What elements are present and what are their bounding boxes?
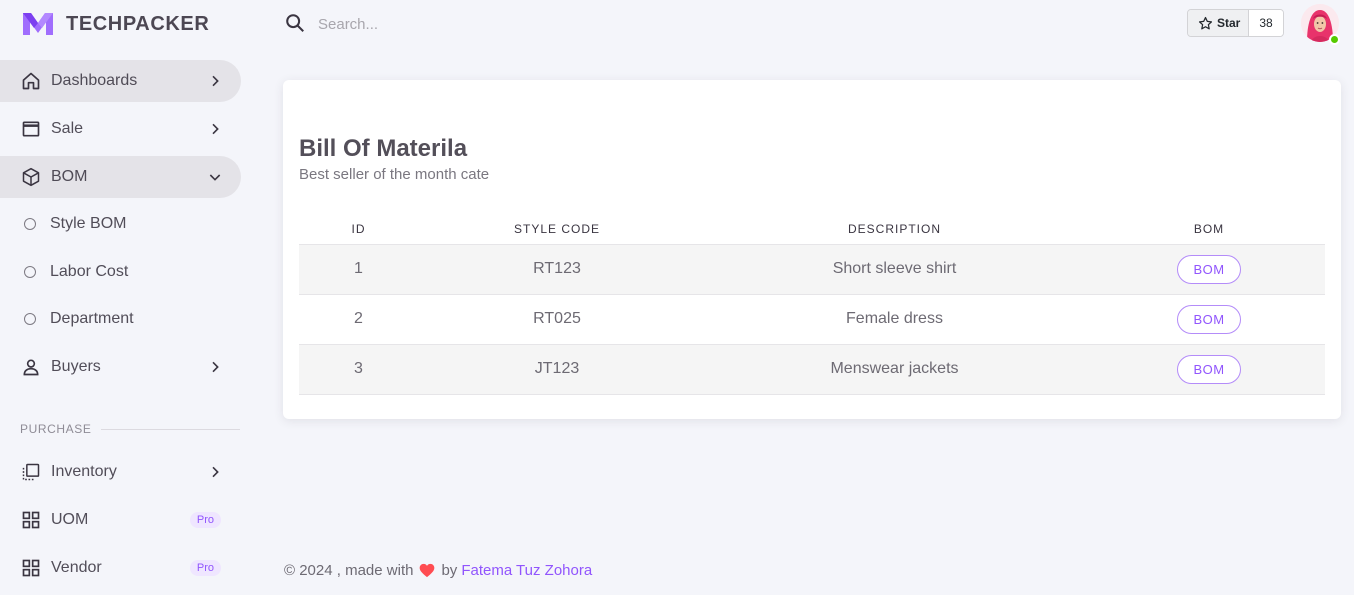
- search-input[interactable]: [318, 12, 618, 36]
- circle-icon: [24, 313, 36, 325]
- table-header-row: ID STYLE CODE DESCRIPTION BOM: [299, 214, 1325, 245]
- window-icon: [21, 119, 41, 139]
- sidebar-item-bom[interactable]: BOM: [0, 156, 241, 198]
- card-title: Bill Of Materila: [299, 135, 468, 162]
- sidebar-item-label: UOM: [51, 511, 89, 528]
- circle-icon: [24, 266, 36, 278]
- cell-id: 3: [299, 344, 418, 395]
- sidebar-item-style-bom[interactable]: Style BOM: [0, 203, 241, 245]
- cell-style-code: RT123: [418, 244, 696, 295]
- table-row: 1 RT123 Short sleeve shirt BOM: [299, 244, 1325, 295]
- sidebar-item-inventory[interactable]: Inventory: [0, 451, 241, 493]
- sidebar-item-label: Style BOM: [50, 215, 127, 232]
- list-icon: [21, 462, 41, 482]
- account-icon: [21, 357, 41, 377]
- online-status-dot: [1329, 34, 1340, 45]
- home-icon: [21, 71, 41, 91]
- star-icon: [1198, 16, 1213, 29]
- star-label: Star: [1217, 16, 1241, 30]
- search-icon[interactable]: [284, 12, 306, 34]
- sidebar-item-label: Department: [50, 310, 134, 327]
- card-subtitle: Best seller of the month cate: [299, 166, 490, 183]
- bom-table: ID STYLE CODE DESCRIPTION BOM 1 RT123 Sh…: [299, 214, 1325, 395]
- brand[interactable]: TECHPACKER: [22, 10, 209, 38]
- cell-style-code: RT025: [418, 294, 696, 345]
- cell-id: 1: [299, 244, 418, 295]
- footer-author-link[interactable]: Fatema Tuz Zohora: [461, 562, 592, 579]
- table-row: 2 RT025 Female dress BOM: [299, 294, 1325, 345]
- cell-description: Short sleeve shirt: [696, 244, 1093, 295]
- cell-bom: BOM: [1093, 294, 1325, 345]
- column-header-bom: BOM: [1093, 214, 1325, 245]
- cell-id: 2: [299, 294, 418, 345]
- footer-by: by: [441, 562, 458, 579]
- sidebar-item-vendor[interactable]: Vendor Pro: [0, 547, 241, 589]
- bom-button[interactable]: BOM: [1177, 354, 1241, 384]
- sidebar-item-department[interactable]: Department: [0, 298, 241, 340]
- section-header-purchase: PURCHASE: [0, 419, 240, 439]
- sidebar-item-label: Buyers: [51, 358, 101, 375]
- brand-logo-icon: [23, 13, 53, 35]
- circle-icon: [24, 218, 36, 230]
- brand-name: TECHPACKER: [66, 12, 210, 35]
- chevron-right-icon: [205, 119, 225, 139]
- cube-icon: [21, 167, 41, 187]
- chevron-right-icon: [205, 462, 225, 482]
- cell-bom: BOM: [1093, 244, 1325, 295]
- sidebar-item-label: Inventory: [51, 463, 117, 480]
- chevron-down-icon: [205, 167, 225, 187]
- cell-bom: BOM: [1093, 344, 1325, 395]
- cell-description: Female dress: [696, 294, 1093, 345]
- table-row: 3 JT123 Menswear jackets BOM: [299, 344, 1325, 395]
- bom-button[interactable]: BOM: [1177, 304, 1241, 334]
- sidebar: TECHPACKER Dashboards Sale BOM Style BOM…: [0, 0, 260, 595]
- sidebar-item-label: BOM: [51, 168, 88, 185]
- sidebar-item-uom[interactable]: UOM Pro: [0, 499, 241, 541]
- column-header-id: ID: [299, 214, 418, 245]
- bom-card: Bill Of Materila Best seller of the mont…: [283, 80, 1341, 419]
- grid-icon: [21, 558, 41, 578]
- heart-icon: [420, 563, 435, 578]
- github-star-widget: Star 38: [1187, 9, 1284, 37]
- column-header-description: DESCRIPTION: [696, 214, 1093, 245]
- chevron-right-icon: [205, 71, 225, 91]
- grid-icon: [21, 510, 41, 530]
- github-star-button[interactable]: Star: [1188, 10, 1250, 36]
- sidebar-item-buyers[interactable]: Buyers: [0, 346, 241, 388]
- cell-description: Menswear jackets: [696, 344, 1093, 395]
- sidebar-item-labor-cost[interactable]: Labor Cost: [0, 251, 241, 293]
- pro-badge: Pro: [189, 560, 221, 576]
- sidebar-item-label: Labor Cost: [50, 263, 129, 280]
- footer: © 2024 , made with by Fatema Tuz Zohora: [284, 562, 592, 579]
- footer-prefix: © 2024 , made with: [284, 562, 414, 579]
- sidebar-item-sale[interactable]: Sale: [0, 108, 241, 150]
- pro-badge: Pro: [189, 512, 221, 528]
- sidebar-item-label: Vendor: [51, 559, 102, 576]
- column-header-style-code: STYLE CODE: [418, 214, 696, 245]
- chevron-right-icon: [205, 357, 225, 377]
- sidebar-item-dashboards[interactable]: Dashboards: [0, 60, 241, 102]
- sidebar-item-label: Dashboards: [51, 72, 138, 89]
- github-star-count[interactable]: 38: [1249, 10, 1283, 36]
- divider: [101, 428, 240, 430]
- sidebar-item-label: Sale: [51, 120, 84, 137]
- section-title: PURCHASE: [20, 422, 92, 436]
- bom-button[interactable]: BOM: [1177, 254, 1241, 284]
- cell-style-code: JT123: [418, 344, 696, 395]
